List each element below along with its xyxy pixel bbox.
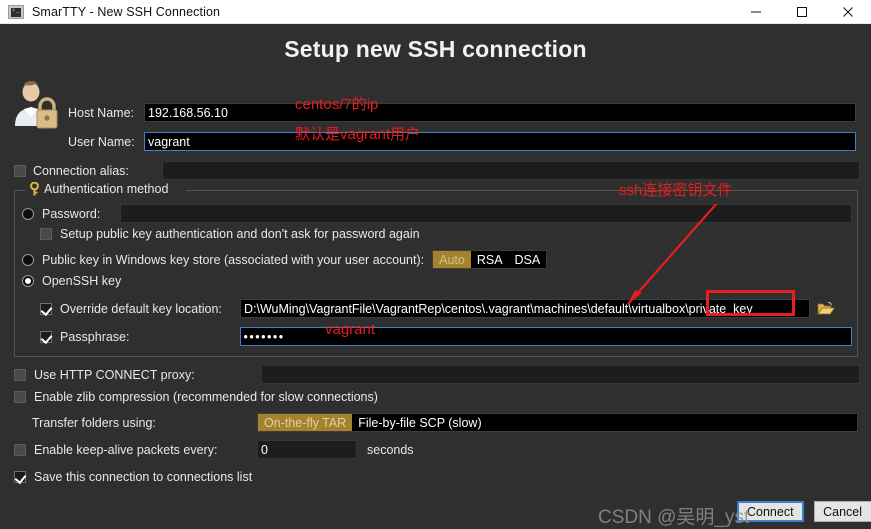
key-type-segmented-control: Auto RSA DSA [432, 250, 548, 269]
openssh-key-row: OpenSSH key [22, 274, 121, 288]
zlib-compression-label: Enable zlib compression (recommended for… [34, 390, 378, 404]
annotation-passphrase-note: vagrant [325, 321, 376, 338]
password-label: Password: [42, 206, 101, 221]
new-ssh-connection-dialog: Setup new SSH connection Host Name: 192.… [0, 24, 871, 528]
passphrase-row: Passphrase: ••••••• [40, 327, 852, 346]
connection-alias-input[interactable] [161, 161, 860, 180]
override-key-location-checkbox[interactable] [40, 302, 52, 315]
keep-alive-row: Enable keep-alive packets every: 0 secon… [14, 440, 414, 459]
key-type-option-rsa[interactable]: RSA [471, 251, 509, 268]
window-controls [733, 0, 871, 24]
http-proxy-row: Use HTTP CONNECT proxy: [14, 365, 860, 384]
group-border-right [186, 190, 858, 191]
keep-alive-label: Enable keep-alive packets every: [34, 442, 218, 457]
cancel-button[interactable]: Cancel [813, 501, 871, 522]
annotation-arrow [627, 204, 718, 305]
zlib-compression-row: Enable zlib compression (recommended for… [14, 390, 378, 404]
window-titlebar: SmarTTY - New SSH Connection [0, 0, 871, 24]
passphrase-checkbox[interactable] [40, 330, 52, 343]
authentication-method-legend: Authentication method [26, 182, 172, 196]
authentication-method-legend-text: Authentication method [44, 182, 169, 196]
key-icon [30, 182, 39, 196]
annotation-key-note: ssh连接密钥文件 [619, 182, 733, 199]
keep-alive-checkbox[interactable] [14, 443, 26, 456]
user-name-input[interactable]: vagrant [144, 132, 856, 151]
transfer-folders-row: Transfer folders using: On-the-fly TAR F… [32, 413, 860, 432]
password-radio[interactable] [22, 207, 34, 220]
setup-pubkey-row: Setup public key authentication and don'… [40, 227, 420, 241]
openssh-key-radio[interactable] [22, 275, 34, 287]
key-type-option-auto[interactable]: Auto [433, 251, 471, 268]
http-proxy-input[interactable] [260, 365, 860, 384]
zlib-compression-checkbox[interactable] [14, 391, 26, 403]
save-connection-row: Save this connection to connections list [14, 470, 252, 484]
dialog-button-bar: Connect Cancel [737, 501, 871, 522]
setup-pubkey-label: Setup public key authentication and don'… [60, 227, 420, 241]
setup-pubkey-checkbox[interactable] [40, 228, 52, 240]
openssh-key-label: OpenSSH key [42, 274, 122, 288]
annotation-host-note: centos/7的ip [295, 96, 379, 113]
close-icon[interactable] [825, 0, 871, 24]
user-name-row: User Name: vagrant [68, 132, 858, 151]
windows-key-store-radio[interactable] [22, 253, 34, 266]
key-type-option-dsa[interactable]: DSA [509, 251, 547, 268]
connection-alias-checkbox[interactable] [14, 164, 26, 177]
transfer-option-tar[interactable]: On-the-fly TAR [258, 414, 353, 431]
annotation-user-note: 默认是vagrant用户 [295, 126, 421, 143]
save-connection-checkbox[interactable] [14, 471, 26, 483]
user-name-label: User Name: [68, 134, 135, 149]
http-proxy-label: Use HTTP CONNECT proxy: [34, 367, 195, 382]
http-proxy-checkbox[interactable] [14, 368, 26, 381]
host-name-row: Host Name: 192.168.56.10 [68, 103, 858, 122]
host-name-input[interactable]: 192.168.56.10 [144, 103, 856, 122]
host-name-label: Host Name: [68, 105, 134, 120]
keep-alive-unit-label: seconds [367, 442, 414, 457]
window-title: SmarTTY - New SSH Connection [32, 4, 221, 19]
terminal-icon [8, 4, 24, 19]
page-title: Setup new SSH connection [284, 36, 587, 62]
windows-key-store-label: Public key in Windows key store (associa… [42, 252, 425, 267]
transfer-folders-segmented-control: On-the-fly TAR File-by-file SCP (slow) [257, 413, 858, 432]
transfer-folders-label: Transfer folders using: [32, 415, 156, 430]
minimize-icon[interactable] [733, 0, 779, 24]
connection-alias-row: Connection alias: [14, 161, 860, 180]
windows-key-store-row: Public key in Windows key store (associa… [22, 250, 548, 269]
save-connection-label: Save this connection to connections list [34, 470, 253, 484]
user-with-lock-icon [15, 81, 58, 129]
passphrase-label: Passphrase: [60, 329, 130, 344]
connection-alias-label: Connection alias: [33, 163, 129, 178]
transfer-option-scp[interactable]: File-by-file SCP (slow) [352, 414, 487, 431]
maximize-icon[interactable] [779, 0, 825, 24]
keep-alive-input[interactable]: 0 [257, 440, 357, 459]
override-key-location-label: Override default key location: [60, 301, 222, 316]
